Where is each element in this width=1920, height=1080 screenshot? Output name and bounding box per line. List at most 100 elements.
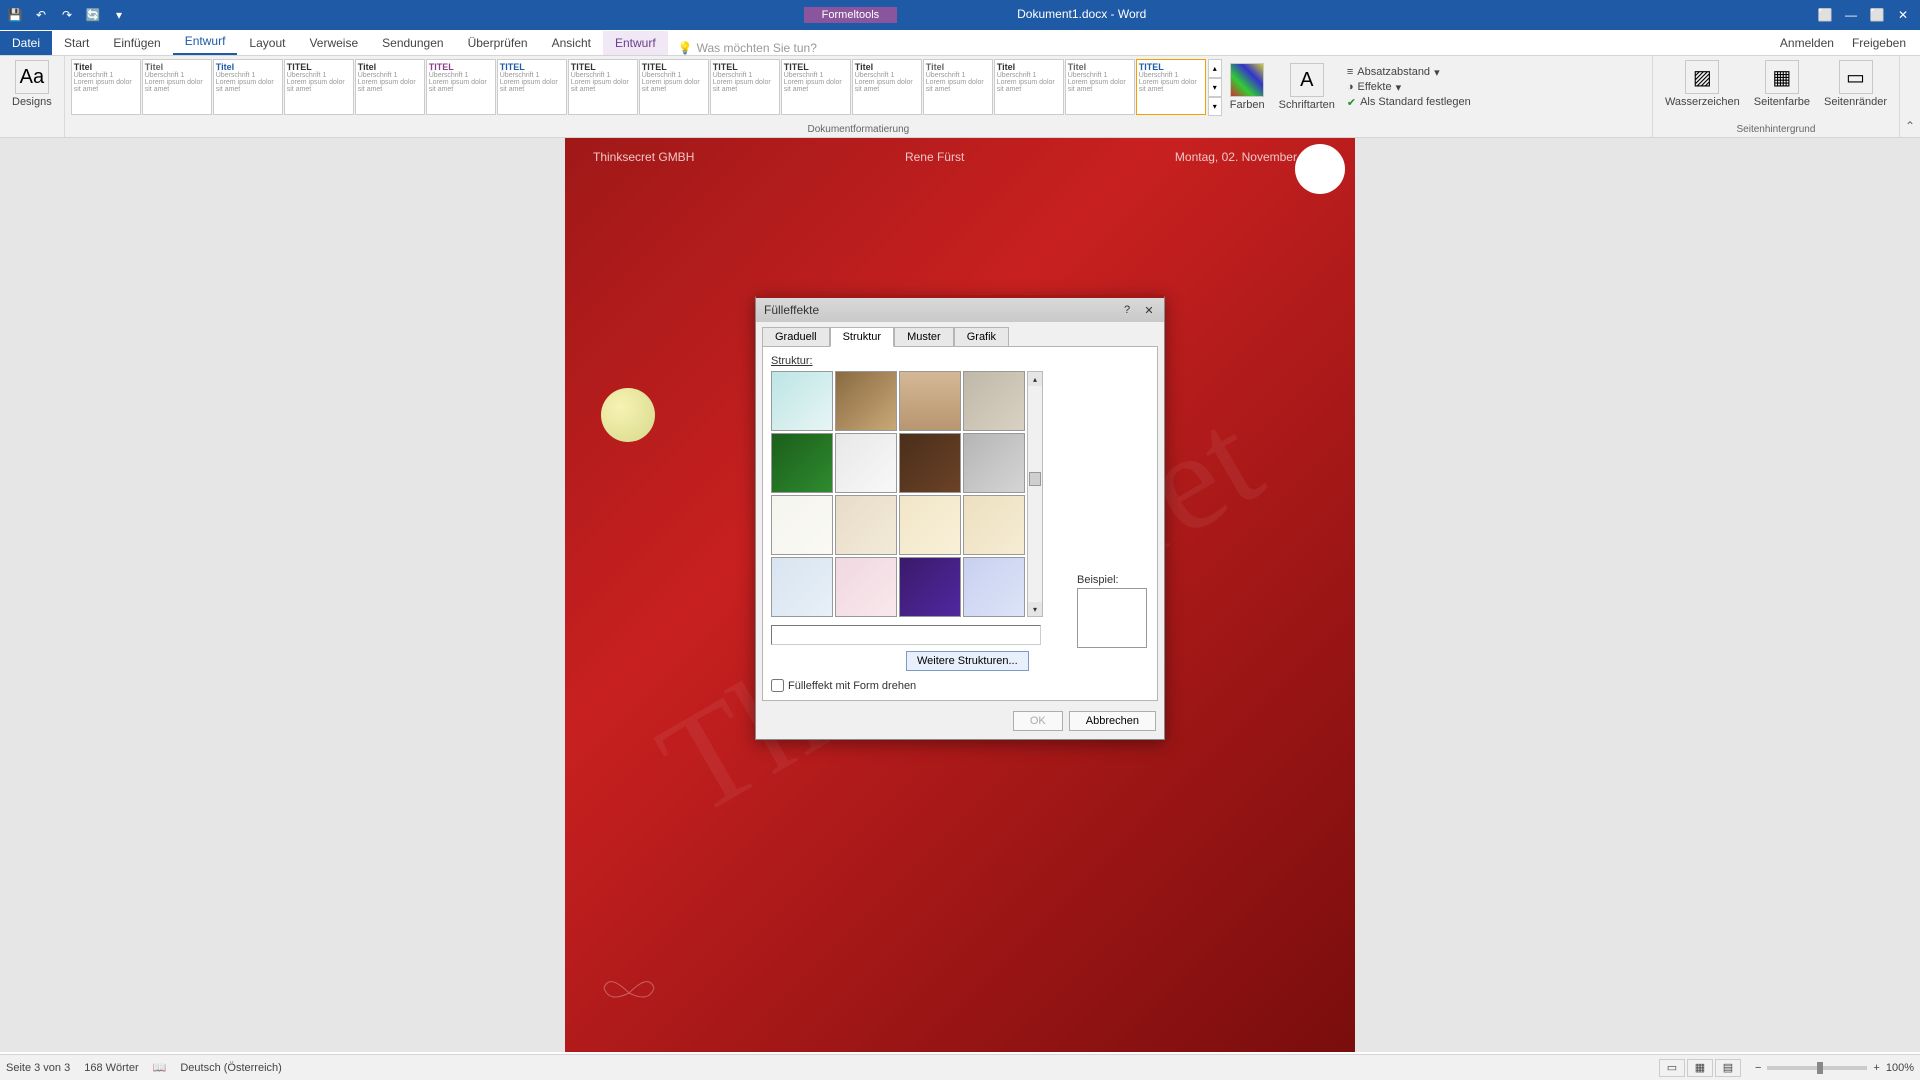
- theme-gallery[interactable]: TitelÜberschrift 1Lorem ipsum dolor sit …: [71, 58, 1206, 116]
- share-button[interactable]: Freigeben: [1852, 31, 1906, 55]
- theme-item[interactable]: TITELÜberschrift 1Lorem ipsum dolor sit …: [781, 59, 851, 115]
- pageborders-button[interactable]: ▭ Seitenränder: [1818, 58, 1893, 110]
- theme-item[interactable]: TitelÜberschrift 1Lorem ipsum dolor sit …: [71, 59, 141, 115]
- dialog-titlebar[interactable]: Fülleffekte ? ✕: [756, 298, 1164, 322]
- theme-item[interactable]: TitelÜberschrift 1Lorem ipsum dolor sit …: [852, 59, 922, 115]
- theme-item[interactable]: TITELÜberschrift 1Lorem ipsum dolor sit …: [710, 59, 780, 115]
- texture-swatch[interactable]: [835, 371, 897, 431]
- redo-icon[interactable]: ↷: [58, 6, 76, 24]
- texture-swatch[interactable]: [835, 495, 897, 555]
- zoom-in-icon[interactable]: +: [1873, 1062, 1879, 1074]
- group-page-background: ▨ Wasserzeichen ▦ Seitenfarbe ▭ Seitenrä…: [1653, 56, 1900, 137]
- tell-me-search[interactable]: 💡 Was möchten Sie tun?: [668, 41, 827, 55]
- para-spacing-button[interactable]: ≡Absatzabstand▾: [1347, 65, 1471, 80]
- colors-button[interactable]: Farben: [1224, 61, 1271, 113]
- refresh-icon[interactable]: 🔄: [84, 6, 102, 24]
- collapse-ribbon-icon[interactable]: ⌃: [1905, 119, 1915, 133]
- watermark-button[interactable]: ▨ Wasserzeichen: [1659, 58, 1746, 110]
- texture-swatch[interactable]: [771, 371, 833, 431]
- texture-swatch[interactable]: [963, 371, 1025, 431]
- scroll-thumb[interactable]: [1029, 472, 1041, 486]
- ok-button[interactable]: OK: [1013, 711, 1063, 731]
- tab-einfuegen[interactable]: Einfügen: [101, 31, 172, 55]
- theme-item[interactable]: TITELÜberschrift 1Lorem ipsum dolor sit …: [1136, 59, 1206, 115]
- status-words[interactable]: 168 Wörter: [84, 1062, 138, 1074]
- texture-scrollbar[interactable]: ▴ ▾: [1027, 371, 1043, 617]
- effects-button[interactable]: ◑Effekte▾: [1347, 80, 1471, 95]
- gallery-down-icon[interactable]: ▾: [1208, 78, 1222, 97]
- tab-ansicht[interactable]: Ansicht: [540, 31, 603, 55]
- gallery-more-icon[interactable]: ▾: [1208, 97, 1222, 116]
- texture-swatch[interactable]: [899, 371, 961, 431]
- theme-item[interactable]: TitelÜberschrift 1Lorem ipsum dolor sit …: [213, 59, 283, 115]
- circle-shape[interactable]: [601, 388, 655, 442]
- status-language[interactable]: Deutsch (Österreich): [180, 1062, 281, 1074]
- theme-item[interactable]: TitelÜberschrift 1Lorem ipsum dolor sit …: [994, 59, 1064, 115]
- set-default-button[interactable]: ✔Als Standard festlegen: [1347, 95, 1471, 110]
- tab-ueberpruefen[interactable]: Überprüfen: [456, 31, 540, 55]
- theme-item[interactable]: TITELÜberschrift 1Lorem ipsum dolor sit …: [497, 59, 567, 115]
- scroll-down-icon[interactable]: ▾: [1028, 602, 1042, 616]
- dlg-tab-struktur[interactable]: Struktur: [830, 327, 895, 347]
- cancel-button[interactable]: Abbrechen: [1069, 711, 1156, 731]
- dlg-tab-muster[interactable]: Muster: [894, 327, 954, 347]
- theme-item[interactable]: TITELÜberschrift 1Lorem ipsum dolor sit …: [284, 59, 354, 115]
- ribbon-display-icon[interactable]: ⬜: [1816, 6, 1834, 24]
- texture-swatch[interactable]: [835, 433, 897, 493]
- texture-name-field[interactable]: [771, 625, 1041, 645]
- texture-swatch[interactable]: [771, 433, 833, 493]
- scroll-up-icon[interactable]: ▴: [1028, 372, 1042, 386]
- web-layout-icon[interactable]: ▤: [1715, 1059, 1741, 1077]
- tab-layout[interactable]: Layout: [237, 31, 297, 55]
- tab-datei[interactable]: Datei: [0, 31, 52, 55]
- save-icon[interactable]: 💾: [6, 6, 24, 24]
- more-textures-button[interactable]: Weitere Strukturen...: [906, 651, 1029, 671]
- texture-swatch[interactable]: [771, 495, 833, 555]
- undo-icon[interactable]: ↶: [32, 6, 50, 24]
- fonts-button[interactable]: A Schriftarten: [1273, 61, 1341, 113]
- theme-item[interactable]: TITELÜberschrift 1Lorem ipsum dolor sit …: [568, 59, 638, 115]
- theme-item[interactable]: TITELÜberschrift 1Lorem ipsum dolor sit …: [426, 59, 496, 115]
- zoom-level[interactable]: 100%: [1886, 1062, 1914, 1074]
- qat-dropdown-icon[interactable]: ▾: [110, 6, 128, 24]
- print-layout-icon[interactable]: ▦: [1687, 1059, 1713, 1077]
- designs-button[interactable]: Aa Designs: [6, 58, 58, 110]
- zoom-handle[interactable]: [1817, 1062, 1823, 1074]
- zoom-slider[interactable]: [1767, 1066, 1867, 1070]
- dlg-tab-graduell[interactable]: Graduell: [762, 327, 830, 347]
- texture-swatch[interactable]: [899, 433, 961, 493]
- texture-swatch[interactable]: [835, 557, 897, 617]
- texture-swatch[interactable]: [963, 433, 1025, 493]
- scroll-track[interactable]: [1028, 386, 1042, 602]
- tab-sendungen[interactable]: Sendungen: [370, 31, 455, 55]
- minimize-icon[interactable]: —: [1842, 6, 1860, 24]
- theme-item[interactable]: TITELÜberschrift 1Lorem ipsum dolor sit …: [639, 59, 709, 115]
- read-mode-icon[interactable]: ▭: [1659, 1059, 1685, 1077]
- close-icon[interactable]: ✕: [1894, 6, 1912, 24]
- texture-swatch[interactable]: [963, 495, 1025, 555]
- theme-item[interactable]: TitelÜberschrift 1Lorem ipsum dolor sit …: [1065, 59, 1135, 115]
- texture-swatch[interactable]: [963, 557, 1025, 617]
- tab-entwurf[interactable]: Entwurf: [173, 29, 238, 55]
- tab-entwurf-formel[interactable]: Entwurf: [603, 31, 668, 55]
- dialog-help-icon[interactable]: ?: [1116, 301, 1138, 319]
- zoom-out-icon[interactable]: −: [1755, 1062, 1761, 1074]
- maximize-icon[interactable]: ⬜: [1868, 6, 1886, 24]
- rotate-with-shape-checkbox[interactable]: [771, 679, 784, 692]
- theme-item[interactable]: TitelÜberschrift 1Lorem ipsum dolor sit …: [923, 59, 993, 115]
- texture-swatch[interactable]: [899, 495, 961, 555]
- dialog-close-icon[interactable]: ✕: [1138, 301, 1160, 319]
- texture-swatch[interactable]: [899, 557, 961, 617]
- tab-verweise[interactable]: Verweise: [297, 31, 370, 55]
- signin-button[interactable]: Anmelden: [1780, 31, 1834, 55]
- theme-item[interactable]: TitelÜberschrift 1Lorem ipsum dolor sit …: [142, 59, 212, 115]
- dlg-tab-grafik[interactable]: Grafik: [954, 327, 1009, 347]
- theme-item[interactable]: TitelÜberschrift 1Lorem ipsum dolor sit …: [355, 59, 425, 115]
- gallery-up-icon[interactable]: ▴: [1208, 59, 1222, 78]
- proofing-icon[interactable]: 📖: [153, 1061, 167, 1074]
- texture-swatch[interactable]: [771, 557, 833, 617]
- doc-format-group-label: Dokumentformatierung: [71, 122, 1646, 135]
- tab-start[interactable]: Start: [52, 31, 101, 55]
- status-page[interactable]: Seite 3 von 3: [6, 1062, 70, 1074]
- pagecolor-button[interactable]: ▦ Seitenfarbe: [1748, 58, 1816, 110]
